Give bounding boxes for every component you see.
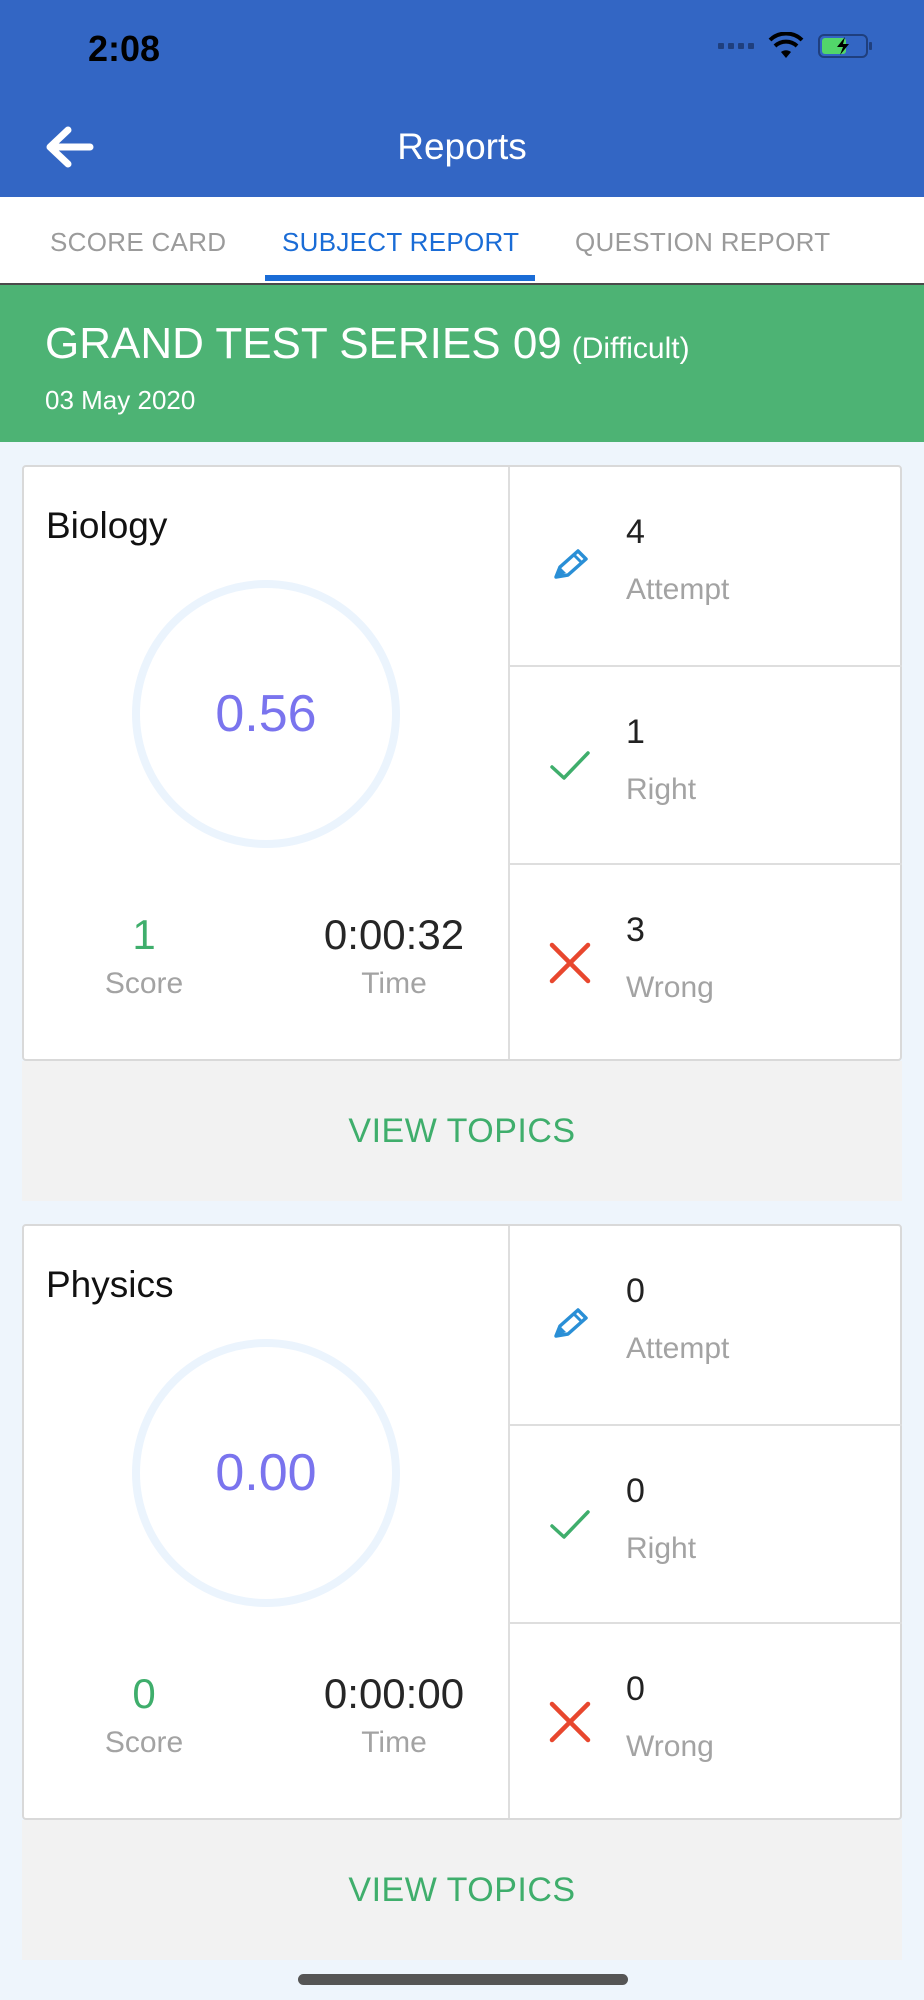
view-topics-button[interactable]: VIEW TOPICS — [22, 1820, 902, 1960]
test-title: GRAND TEST SERIES 09 (Difficult) — [45, 319, 690, 369]
tab-score-card[interactable]: SCORE CARD — [50, 227, 226, 258]
time-label: Time — [361, 1726, 427, 1759]
subject-name: Biology — [46, 505, 168, 546]
subject-name: Physics — [46, 1264, 174, 1305]
time-value: 0:00:00 — [323, 1670, 465, 1717]
ring-value: 0.00 — [215, 1444, 317, 1502]
stat-attempt: 4 Attempt — [510, 467, 902, 665]
attempt-label: Attempt — [626, 573, 730, 606]
check-icon — [550, 751, 590, 780]
score-label: Score — [104, 967, 184, 1000]
right-label: Right — [626, 1532, 697, 1565]
subject-card-physics: Physics 0.00 0 Score 0:00:00 Time 0 Atte… — [22, 1224, 902, 1820]
stat-right: 0 Right — [510, 1424, 902, 1622]
active-tab-indicator — [265, 275, 535, 281]
test-difficulty: (Difficult) — [571, 332, 690, 365]
time-label: Time — [361, 967, 427, 1000]
score-value: 0 — [132, 1670, 156, 1717]
wrong-value: 3 — [626, 911, 645, 949]
cross-icon — [549, 942, 591, 984]
test-name: GRAND TEST SERIES 09 — [45, 319, 562, 368]
wrong-label: Wrong — [626, 971, 714, 1004]
page-title: Reports — [397, 126, 527, 167]
status-icons — [718, 32, 874, 60]
ring-value: 0.56 — [215, 685, 317, 743]
time-value: 0:00:32 — [323, 911, 465, 958]
test-date: 03 May 2020 — [45, 385, 196, 415]
stat-right: 1 Right — [510, 665, 902, 863]
stat-wrong: 0 Wrong — [510, 1622, 902, 1820]
right-label: Right — [626, 773, 697, 806]
wrong-label: Wrong — [626, 1730, 714, 1763]
tab-subject-report[interactable]: SUBJECT REPORT — [282, 227, 519, 258]
subject-stats: 4 Attempt 1 Right 3 Wrong — [508, 467, 902, 1059]
battery-icon — [818, 34, 872, 58]
check-icon — [550, 1510, 590, 1539]
cross-icon — [549, 1701, 591, 1743]
tab-bar: SCORE CARD SUBJECT REPORT QUESTION REPOR… — [0, 197, 924, 285]
home-indicator[interactable] — [298, 1974, 628, 1985]
app-header: 2:08 Reports — [0, 0, 924, 197]
score-value: 1 — [132, 911, 156, 958]
pencil-icon — [554, 549, 588, 579]
subject-summary: Biology 0.56 1 Score 0:00:32 Time — [24, 467, 508, 1059]
pencil-icon — [554, 1308, 588, 1338]
test-banner: GRAND TEST SERIES 09 (Difficult) 03 May 2… — [0, 285, 924, 442]
right-value: 0 — [626, 1472, 645, 1510]
view-topics-button[interactable]: VIEW TOPICS — [22, 1061, 902, 1201]
attempt-label: Attempt — [626, 1332, 730, 1365]
tab-question-report[interactable]: QUESTION REPORT — [575, 227, 830, 258]
subject-card-biology: Biology 0.56 1 Score 0:00:32 Time 4 Atte… — [22, 465, 902, 1061]
attempt-value: 4 — [626, 513, 645, 551]
attempt-value: 0 — [626, 1272, 645, 1310]
subject-summary: Physics 0.00 0 Score 0:00:00 Time — [24, 1226, 508, 1818]
wrong-value: 0 — [626, 1670, 645, 1708]
subject-stats: 0 Attempt 0 Right 0 Wrong — [508, 1226, 902, 1818]
right-value: 1 — [626, 713, 645, 751]
status-time: 2:08 — [88, 28, 161, 69]
stat-attempt: 0 Attempt — [510, 1226, 902, 1424]
score-label: Score — [104, 1726, 184, 1759]
stat-wrong: 3 Wrong — [510, 863, 902, 1061]
signal-icon — [718, 43, 754, 49]
wifi-icon — [768, 32, 804, 58]
